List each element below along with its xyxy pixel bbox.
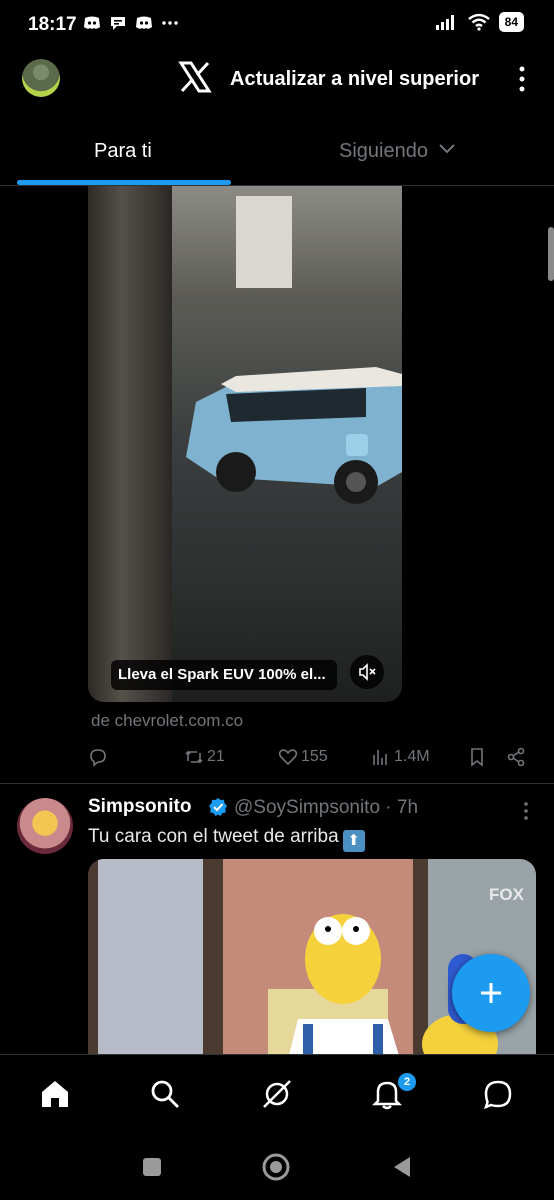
home-icon[interactable] [38,1077,72,1111]
profile-avatar[interactable] [22,59,60,97]
system-navigation-bar [0,1136,554,1200]
fox-watermark: FOX [489,885,524,904]
share-icon [507,747,525,767]
up-arrow-emoji: ⬆ [342,830,365,852]
simpsons-scene [88,859,536,1059]
search-icon[interactable] [148,1077,182,1111]
scrollbar[interactable] [548,227,554,281]
like-count: 155 [301,748,328,765]
recents-icon[interactable] [141,1156,163,1178]
more-options-icon[interactable] [514,64,530,94]
tweet-more-icon[interactable] [520,800,532,822]
tweet-author-avatar[interactable] [17,798,73,854]
status-bar: 18:17 84 [0,0,554,48]
bookmark-icon [471,748,483,767]
wifi-icon [467,13,490,31]
views-chart-icon [373,750,387,765]
tab-siguiendo-label: Siguiendo [339,140,428,162]
heart-icon [278,749,298,766]
chevron-down-icon [438,144,455,154]
more-dots-icon [162,21,178,25]
tab-siguiendo[interactable]: Siguiendo [339,140,456,163]
tweet-author-handle[interactable]: @SoySimpsonito · 7h [234,797,418,819]
video-car [186,367,402,504]
upgrade-button[interactable]: Actualizar a nivel superior [230,68,479,91]
grok-icon[interactable] [260,1077,294,1111]
bottom-navigation [0,1054,554,1137]
video-foreground-pole [88,186,172,702]
retweet-button[interactable]: 21 [184,747,225,767]
plus-icon [481,983,501,1003]
tweet-media-image[interactable]: FOX [88,859,536,1059]
battery-icon: 84 [498,12,524,32]
like-button[interactable]: 155 [278,747,328,767]
video-caption[interactable]: Lleva el Spark EUV 100% el... [111,660,337,690]
video-background-door [236,196,292,288]
tab-para-ti[interactable]: Para ti [94,140,152,163]
views-count: 1.4M [394,748,430,765]
tweet-text: Tu cara con el tweet de arriba ⬆ [88,826,365,852]
tweet-text-body: Tu cara con el tweet de arriba [88,826,339,847]
back-icon[interactable] [390,1155,414,1179]
chat-bubble-icon [111,17,125,30]
verified-badge-icon [209,798,227,816]
retweet-icon [185,750,203,764]
retweet-count: 21 [207,748,225,765]
speaker-muted-icon [359,663,376,681]
notifications-badge: 2 [396,1071,418,1093]
bookmark-button[interactable] [467,747,487,767]
status-time: 18:17 [28,14,77,35]
tweet-video[interactable] [88,186,402,702]
home-circle-icon[interactable] [261,1152,291,1182]
views-button[interactable]: 1.4M [371,747,430,767]
tweet-author-name[interactable]: Simpsonito [88,796,191,818]
reply-button[interactable] [88,747,111,767]
link-source[interactable]: de chevrolet.com.co [91,711,243,731]
share-button[interactable] [506,747,526,767]
status-system-icons: 84 [435,12,524,32]
discord-icon [136,16,152,29]
status-notification-icons [82,13,180,33]
mute-button[interactable] [350,655,384,689]
messages-icon[interactable] [481,1077,515,1111]
tweet-actions: 21 155 1.4M [88,747,536,771]
tweet-divider [0,783,554,784]
signal-icon [435,15,454,30]
reply-icon [90,749,106,767]
compose-button[interactable] [452,954,530,1032]
discord-icon [84,16,100,29]
x-logo-icon [178,61,212,93]
